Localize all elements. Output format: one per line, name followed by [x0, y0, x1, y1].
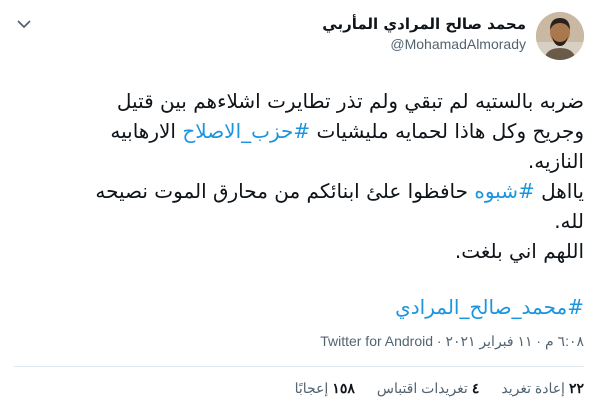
likes-stat[interactable]: ١٥٨إعجابًا — [295, 378, 355, 398]
quotes-label: تغريدات اقتباس — [376, 380, 468, 396]
tweet-line-text: لله. — [554, 209, 584, 233]
quotes-stat[interactable]: ٤تغريدات اقتباس — [377, 378, 480, 398]
author-name[interactable]: محمد صالح المرادي المأربي — [322, 14, 526, 34]
tweet-line-text: حافظوا علئ ابنائكم من محارق الموت نصيحه — [95, 179, 475, 203]
chevron-down-glyph — [17, 20, 31, 29]
tweet-line-text: وجريح وكل هاذا لحمايه مليشيات — [310, 119, 584, 143]
tweet-card: محمد صالح المرادي المأربي @MohamadAlmora… — [0, 0, 598, 417]
tweet-line-text: النازيه. — [527, 149, 584, 173]
tweet-line-text: ضربه بالستيه لم تبقي ولم تذر تطايرت اشلا… — [116, 89, 584, 113]
tweet-line: وجريح وكل هاذا لحمايه مليشيات #حزب_الاصل… — [22, 116, 584, 146]
tweet-date[interactable]: ١١ فبراير ٢٠٢١ — [445, 333, 532, 349]
avatar[interactable] — [536, 12, 584, 60]
tweet-time[interactable]: ٦:٠٨ م — [545, 333, 584, 349]
tweet-line: لله. — [22, 206, 584, 236]
retweets-label: إعادة تغريد — [501, 380, 565, 396]
author-handle[interactable]: @MohamadAlmorady — [322, 34, 526, 54]
tweet-line: النازيه. — [22, 146, 584, 176]
author-block[interactable]: محمد صالح المرادي المأربي @MohamadAlmora… — [322, 14, 526, 54]
tweet-line: اللهم اني بلغت. — [22, 236, 584, 266]
tweet-line: ضربه بالستيه لم تبقي ولم تذر تطايرت اشلا… — [22, 86, 584, 116]
chevron-down-icon[interactable] — [14, 14, 34, 34]
meta-separator: · — [536, 333, 542, 349]
tweet-meta: ٦:٠٨ م · ١١ فبراير ٢٠٢١ · Twitter for An… — [320, 331, 584, 351]
tweet-line-text: الارهابيه — [110, 119, 183, 143]
tweet-line: #محمد_صالح_المرادي — [22, 292, 584, 322]
tweet-line-text: يااهل — [534, 179, 584, 203]
avatar-image — [536, 12, 584, 60]
divider — [14, 366, 584, 367]
tweet-source[interactable]: Twitter for Android — [320, 333, 433, 349]
likes-count: ١٥٨ — [332, 380, 355, 396]
tweet-text: ضربه بالستيه لم تبقي ولم تذر تطايرت اشلا… — [22, 86, 584, 322]
tweet-stats: ٢٢إعادة تغريد ٤تغريدات اقتباس ١٥٨إعجابًا — [295, 378, 584, 398]
tweet-line: يااهل #شبوه حافظوا علئ ابنائكم من محارق … — [22, 176, 584, 206]
hashtag-link[interactable]: #محمد_صالح_المرادي — [395, 295, 584, 319]
hashtag-link[interactable]: #حزب_الاصلاح — [182, 119, 310, 143]
tweet-line-text: اللهم اني بلغت. — [454, 239, 584, 263]
meta-separator: · — [436, 333, 442, 349]
quotes-count: ٤ — [471, 380, 480, 396]
retweets-count: ٢٢ — [568, 380, 584, 396]
retweets-stat[interactable]: ٢٢إعادة تغريد — [501, 378, 584, 398]
likes-label: إعجابًا — [294, 380, 329, 396]
hashtag-link[interactable]: #شبوه — [474, 179, 534, 203]
